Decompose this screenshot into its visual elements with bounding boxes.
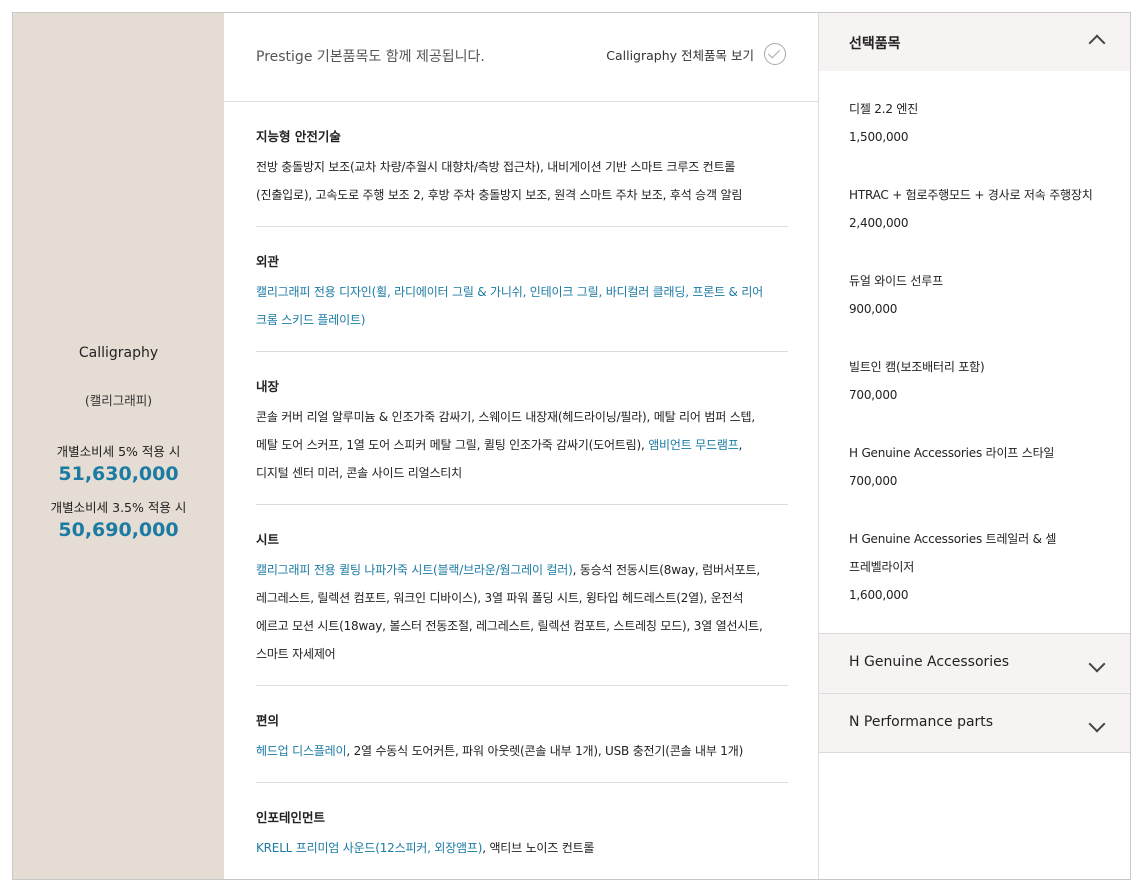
section-title: 지능형 안전기술 [256, 129, 341, 144]
highlighted-feature: KRELL 프리미엄 사운드(12스피커, 외장앰프) [256, 841, 483, 855]
option-price: 1,600,000 [849, 588, 909, 602]
section-title: 인포테인먼트 [256, 810, 326, 825]
check-circle-icon [764, 43, 786, 65]
option-item: H Genuine Accessories 라이프 스타일 700,000 [849, 439, 1109, 495]
section-line: 캘리그래피 전용 디자인(휠, 라디에이터 그릴 & 가니쉬, 인테이크 그릴,… [256, 278, 788, 306]
feature-text: 스마트 자세제어 [256, 647, 336, 661]
chevron-up-icon[interactable] [1088, 34, 1106, 52]
section-line: 메탈 도어 스커프, 1열 도어 스피커 메탈 그릴, 퀼팅 인조가죽 감싸기(… [256, 431, 788, 459]
section-exterior: 외관 캘리그래피 전용 디자인(휠, 라디에이터 그릴 & 가니쉬, 인테이크 … [256, 251, 788, 334]
basic-items-notice: Prestige 기본품목도 함께 제공됩니다. [256, 49, 485, 65]
feature-text: 디지털 센터 미러, 콘솔 사이드 리얼스티치 [256, 466, 462, 480]
section-line: 캘리그래피 전용 퀼팅 나파가죽 시트(블랙/브라운/웜그레이 컬러), 동승석… [256, 556, 788, 584]
highlighted-feature: 헤드업 디스플레이 [256, 744, 347, 758]
section-title: 외관 [256, 254, 280, 269]
feature-text: 레그레스트, 릴렉션 컴포트, 워크인 디바이스), 3열 파워 폴딩 시트, … [256, 591, 744, 605]
section-infotainment: 인포테인먼트 KRELL 프리미엄 사운드(12스피커, 외장앰프), 액티브 … [256, 807, 788, 862]
section-body: 캘리그래피 전용 퀼팅 나파가죽 시트(블랙/브라운/웜그레이 컬러), 동승석… [256, 556, 788, 668]
tax-5-price: 51,630,000 [58, 463, 179, 485]
option-item: HTRAC + 험로주행모드 + 경사로 저속 주행장치 2,400,000 [849, 181, 1109, 237]
chevron-down-icon [1088, 715, 1106, 733]
option-item: H Genuine Accessories 트레일러 & 셀프레벨라이저 1,6… [849, 525, 1059, 609]
section-divider [256, 685, 788, 686]
section-line: 전방 충돌방지 보조(교차 차량/추월시 대향차/측방 접근차), 내비게이션 … [256, 153, 788, 181]
option-price: 1,500,000 [849, 130, 909, 144]
tax-5-label: 개별소비세 5% 적용 시 [56, 444, 181, 459]
option-item: 빌트인 캠(보조배터리 포함) 700,000 [849, 353, 1109, 409]
highlighted-feature: 캘리그래피 전용 디자인(휠, 라디에이터 그릴 & 가니쉬, 인테이크 그릴,… [256, 285, 764, 299]
feature-text: 콘솔 커버 리얼 알루미늄 & 인조가죽 감싸기, 스웨이드 내장재(헤드라이닝… [256, 410, 755, 424]
view-all-items-link[interactable]: Calligraphy 전체품목 보기 [606, 43, 786, 65]
accordion-title: H Genuine Accessories [849, 654, 1010, 670]
section-line: (진출입로), 고속도로 주행 보조 2, 후방 주차 충돌방지 보조, 원격 … [256, 181, 788, 209]
section-line: 에르고 모션 시트(18way, 볼스터 전동조절, 레그레스트, 릴렉션 컴포… [256, 612, 788, 640]
tax-35-price: 50,690,000 [58, 519, 179, 541]
highlighted-feature: 크롬 스키드 플레이트) [256, 313, 366, 327]
section-body: KRELL 프리미엄 사운드(12스피커, 외장앰프), 액티브 노이즈 컨트롤 [256, 834, 788, 862]
option-item: 디젤 2.2 엔진 1,500,000 [849, 95, 1109, 151]
section-seats: 시트 캘리그래피 전용 퀼팅 나파가죽 시트(블랙/브라운/웜그레이 컬러), … [256, 529, 788, 668]
section-interior: 내장 콘솔 커버 리얼 알루미늄 & 인조가죽 감싸기, 스웨이드 내장재(헤드… [256, 376, 788, 487]
section-line: 헤드업 디스플레이, 2열 수동식 도어커튼, 파워 아웃렛(콘솔 내부 1개)… [256, 737, 788, 765]
accordion-genuine-accessories[interactable]: H Genuine Accessories [819, 633, 1130, 693]
section-convenience: 편의 헤드업 디스플레이, 2열 수동식 도어커튼, 파워 아웃렛(콘솔 내부 … [256, 710, 788, 765]
trim-subtitle: (캘리그래피) [84, 393, 153, 408]
feature-text: , 액티브 노이즈 컨트롤 [482, 841, 595, 855]
chevron-down-icon [1088, 655, 1106, 673]
trim-detail-panel: Calligraphy (캘리그래피) 개별소비세 5% 적용 시 51,630… [12, 12, 1131, 880]
highlighted-feature: 앰비언트 무드램프 [648, 438, 739, 452]
section-body: 헤드업 디스플레이, 2열 수동식 도어커튼, 파워 아웃렛(콘솔 내부 1개)… [256, 737, 788, 765]
section-divider [256, 782, 788, 783]
option-name: H Genuine Accessories 트레일러 & 셀프레벨라이저 [849, 532, 1057, 574]
options-header[interactable]: 선택품목 [819, 13, 1130, 71]
tax-35-label: 개별소비세 3.5% 적용 시 [50, 500, 187, 515]
feature-text: , [738, 438, 743, 452]
option-price: 700,000 [849, 388, 898, 402]
section-divider [256, 351, 788, 352]
accordion-n-performance-parts[interactable]: N Performance parts [819, 693, 1130, 753]
section-title: 내장 [256, 379, 280, 394]
feature-text: , 동승석 전동시트(8way, 럼버서포트, [572, 563, 761, 577]
section-title: 시트 [256, 532, 280, 547]
section-line: 콘솔 커버 리얼 알루미늄 & 인조가죽 감싸기, 스웨이드 내장재(헤드라이닝… [256, 403, 788, 431]
section-divider [256, 504, 788, 505]
feature-text: (진출입로), 고속도로 주행 보조 2, 후방 주차 충돌방지 보조, 원격 … [256, 188, 743, 202]
feature-text: 에르고 모션 시트(18way, 볼스터 전동조절, 레그레스트, 릴렉션 컴포… [256, 619, 763, 633]
section-title: 편의 [256, 713, 280, 728]
option-price: 700,000 [849, 474, 898, 488]
section-safety: 지능형 안전기술 전방 충돌방지 보조(교차 차량/추월시 대향차/측방 접근차… [256, 126, 788, 209]
section-divider [256, 226, 788, 227]
options-title: 선택품목 [849, 36, 901, 52]
feature-text: 전방 충돌방지 보조(교차 차량/추월시 대향차/측방 접근차), 내비게이션 … [256, 160, 736, 174]
section-line: KRELL 프리미엄 사운드(12스피커, 외장앰프), 액티브 노이즈 컨트롤 [256, 834, 788, 862]
option-name: 듀얼 와이드 선루프 [849, 274, 943, 288]
section-line: 스마트 자세제어 [256, 640, 788, 668]
option-price: 900,000 [849, 302, 898, 316]
highlighted-feature: 캘리그래피 전용 퀼팅 나파가죽 시트(블랙/브라운/웜그레이 컬러) [256, 563, 573, 577]
option-name: 디젤 2.2 엔진 [849, 102, 919, 116]
options-panel: 선택품목 디젤 2.2 엔진 1,500,000 HTRAC + 험로주행모드 … [818, 13, 1130, 879]
option-name: HTRAC + 험로주행모드 + 경사로 저속 주행장치 [849, 188, 1093, 202]
section-body: 캘리그래피 전용 디자인(휠, 라디에이터 그릴 & 가니쉬, 인테이크 그릴,… [256, 278, 788, 334]
option-item: 듀얼 와이드 선루프 900,000 [849, 267, 1109, 323]
option-name: 빌트인 캠(보조배터리 포함) [849, 360, 985, 374]
feature-text: 메탈 도어 스커프, 1열 도어 스피커 메탈 그릴, 퀼팅 인조가죽 감싸기(… [256, 438, 649, 452]
option-name: H Genuine Accessories 라이프 스타일 [849, 446, 1055, 460]
trim-summary: Calligraphy (캘리그래피) 개별소비세 5% 적용 시 51,630… [13, 13, 224, 879]
section-line: 크롬 스키드 플레이트) [256, 306, 788, 334]
section-line: 레그레스트, 릴렉션 컴포트, 워크인 디바이스), 3열 파워 폴딩 시트, … [256, 584, 788, 612]
trim-name: Calligraphy [78, 345, 159, 361]
basic-items-header: Prestige 기본품목도 함께 제공됩니다. Calligraphy 전체품… [224, 13, 818, 102]
section-body: 콘솔 커버 리얼 알루미늄 & 인조가죽 감싸기, 스웨이드 내장재(헤드라이닝… [256, 403, 788, 487]
section-line: 디지털 센터 미러, 콘솔 사이드 리얼스티치 [256, 459, 788, 487]
accordion-title: N Performance parts [849, 714, 994, 730]
section-body: 전방 충돌방지 보조(교차 차량/추월시 대향차/측방 접근차), 내비게이션 … [256, 153, 788, 209]
option-price: 2,400,000 [849, 216, 909, 230]
feature-text: , 2열 수동식 도어커튼, 파워 아웃렛(콘솔 내부 1개), USB 충전기… [346, 744, 744, 758]
view-all-items-label: Calligraphy 전체품목 보기 [606, 47, 754, 63]
basic-items-panel: Prestige 기본품목도 함께 제공됩니다. Calligraphy 전체품… [224, 13, 818, 879]
